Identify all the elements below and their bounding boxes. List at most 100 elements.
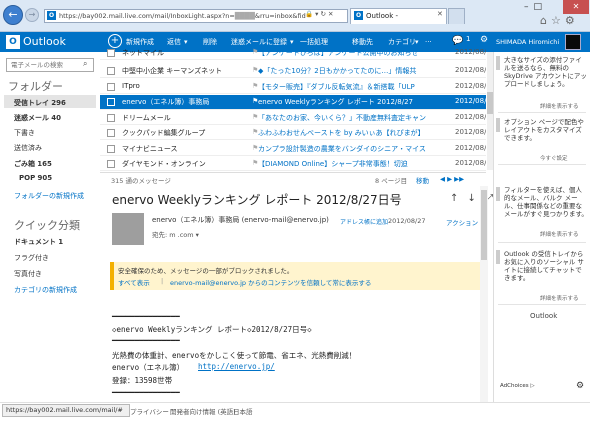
search-input[interactable]: 電子メールの検索 bbox=[6, 58, 94, 72]
ad-more-link[interactable]: 詳細を表示する bbox=[540, 102, 579, 110]
reading-subject: enervo Weeklyランキング レポート 2012/8/27日号 bbox=[112, 193, 402, 207]
table-row[interactable]: ダイヤモンド・オンライン ⚑ 【DIAMOND Online】シャープ非常事態！切迫… bbox=[100, 157, 486, 171]
address-bar[interactable]: https://bay002.mail.live.com/mail/InboxL… bbox=[44, 9, 348, 23]
ad-text[interactable]: 大きなサイズの添付ファイルを送るなら、無料の SkyDrive アカウントにアッ… bbox=[504, 56, 588, 88]
folder-drafts[interactable]: 下書き bbox=[14, 128, 35, 138]
ad-outlook-label: Outlook bbox=[530, 312, 558, 320]
row-checkbox[interactable] bbox=[107, 129, 115, 137]
table-row-selected[interactable]: enervo（エネル簿）事務局 ⚑ enervo Weeklyランキング レポート … bbox=[100, 95, 486, 110]
outlook-logo[interactable]: Outlook bbox=[23, 35, 66, 49]
body-line: ━━━━━━━━━━━━━━━ bbox=[112, 388, 180, 397]
address-url-tail: &rru=inbox&fid bbox=[254, 12, 306, 20]
site-icon: O bbox=[47, 11, 56, 20]
row-checkbox[interactable] bbox=[107, 49, 115, 57]
back-button[interactable]: ← bbox=[3, 5, 23, 25]
quick-documents[interactable]: ドキュメント 1 bbox=[14, 237, 63, 247]
maximize-button[interactable]: □ bbox=[534, 2, 548, 12]
folder-sent[interactable]: 送信済み bbox=[14, 143, 42, 153]
chat-icon[interactable]: 💬 bbox=[452, 36, 463, 46]
table-row[interactable]: マイナビニュース ⚑ カンプラ設計製造の農業をバンダイのシニア・マイス 2012/08… bbox=[100, 142, 486, 156]
list-footer: 315 通のメッセージ 8 ページ目 移動 ◀ ▶ ▶▶ bbox=[100, 172, 486, 185]
message-date: 2012/08/27 bbox=[388, 217, 426, 225]
ad-marker bbox=[496, 56, 500, 70]
folders-heading[interactable]: フォルダー bbox=[8, 78, 63, 94]
table-row[interactable]: 中堅中小企業 キーマンズネット ⚑ ◆「たった10分？2日もかかってたのに…」情報共… bbox=[100, 64, 486, 78]
browser-tab-outlook[interactable]: Outlook - bbox=[350, 8, 447, 24]
ad-more-link[interactable]: 詳細を表示する bbox=[540, 230, 579, 238]
window-close-button[interactable]: ✕ bbox=[563, 0, 589, 14]
trust-sender-link[interactable]: enervo-mail@enervo.jp からのコンテンツを信頼して常に表示す… bbox=[170, 277, 371, 287]
forward-button[interactable]: → bbox=[25, 8, 39, 22]
tab-close-icon[interactable]: ✕ bbox=[437, 10, 443, 18]
row-checkbox[interactable] bbox=[107, 145, 115, 153]
window-controls[interactable]: –□ bbox=[524, 2, 547, 12]
table-row[interactable]: ネットマイル ⚑ 【アンケートひろば】アンケート公開中のお知らせ 2012/08/ bbox=[100, 46, 486, 60]
folder-junk[interactable]: 迷惑メール 40 bbox=[14, 113, 61, 123]
body-line: ◇enervo Weeklyランキング レポート◇2012/8/27日号◇ bbox=[112, 325, 312, 334]
body-line: ━━━━━━━━━━━━━━━ bbox=[112, 312, 180, 321]
ad-text[interactable]: Outlook の受信トレイからお気に入りのソーシャル サイトに接続してチャット… bbox=[504, 250, 588, 282]
ad-text[interactable]: オプション ページで配色やレイアウトをカスタマイズできます。 bbox=[504, 118, 588, 142]
tab-outlook-icon: O bbox=[354, 11, 363, 20]
outlook-logo-icon[interactable]: O bbox=[6, 35, 20, 49]
show-all-link[interactable]: すべて表示 bbox=[118, 277, 150, 287]
gear-icon[interactable]: ⚙ bbox=[576, 381, 584, 391]
search-icon[interactable]: ⌕ bbox=[83, 59, 87, 69]
ad-marker bbox=[496, 187, 500, 201]
ad-divider bbox=[498, 304, 586, 305]
quick-photos[interactable]: 写真付き bbox=[14, 269, 42, 279]
move-link[interactable]: 移動 bbox=[416, 175, 429, 185]
gear-icon[interactable]: ⚙ bbox=[480, 35, 488, 45]
quick-views-heading[interactable]: クイック分類 bbox=[14, 217, 80, 233]
row-checkbox[interactable] bbox=[107, 98, 115, 106]
page-nav-icon[interactable]: ◀ ▶ ▶▶ bbox=[440, 175, 464, 183]
ad-more-link[interactable]: 今すぐ設定 bbox=[540, 154, 568, 162]
folder-pop[interactable]: POP 905 bbox=[19, 174, 52, 182]
actions-menu[interactable]: アクション ▾ bbox=[446, 217, 484, 227]
favorites-icon[interactable]: ☆ bbox=[551, 14, 565, 27]
new-folder-link[interactable]: フォルダーの新規作成 bbox=[14, 191, 84, 201]
body-link[interactable]: http://enervo.jp/ bbox=[198, 362, 275, 371]
body-line: ━━━━━━━━━━━━━━━ bbox=[112, 336, 180, 345]
add-contact-link[interactable]: アドレス帳に追加 bbox=[340, 217, 388, 226]
adchoices-link[interactable]: AdChoices ▷ bbox=[500, 383, 535, 389]
new-tab-button[interactable] bbox=[448, 8, 465, 24]
warning-separator: | bbox=[161, 277, 164, 285]
table-row[interactable]: ドリームメール ⚑ 「あなたのお家、今いくら？」不動産無料査定キャン 2012/08/ bbox=[100, 111, 486, 125]
user-name[interactable]: SHIMADA Hiromichi bbox=[496, 32, 559, 52]
ad-divider bbox=[498, 164, 586, 165]
footer-developers-link[interactable]: 開発者向け情報 (英語) bbox=[170, 406, 236, 416]
row-checkbox[interactable] bbox=[107, 67, 115, 75]
folder-deleted[interactable]: ごみ箱 165 bbox=[14, 159, 52, 169]
ad-more-link[interactable]: 詳細を表示する bbox=[540, 294, 579, 302]
reading-nav-icon[interactable]: ↑ ↓ ⤢ bbox=[450, 193, 496, 204]
ad-divider bbox=[498, 112, 586, 113]
message-count: 315 通のメッセージ bbox=[111, 177, 171, 185]
sender-name[interactable]: enervo（エネル簿）事務局 (enervo-mail@enervo.jp) bbox=[152, 215, 329, 225]
tools-icon[interactable]: ⚙ bbox=[565, 14, 579, 27]
footer-privacy-link[interactable]: プライバシー bbox=[130, 406, 169, 416]
row-checkbox[interactable] bbox=[107, 160, 115, 168]
sender-avatar bbox=[112, 213, 144, 245]
new-category-link[interactable]: カテゴリの新規作成 bbox=[14, 285, 77, 295]
quick-flagged[interactable]: フラグ付き bbox=[14, 253, 49, 263]
row-checkbox[interactable] bbox=[107, 114, 115, 122]
table-row[interactable]: ITpro ⚑ 【モター販売】『ダブル反転気流』＆新搭載「ULP 2012/08/ bbox=[100, 80, 486, 94]
address-controls-icon[interactable]: 🔒 ▾ ↻ ✕ bbox=[305, 10, 333, 18]
status-url: https://bay002.mail.live.com/mail/# bbox=[2, 404, 130, 417]
row-checkbox[interactable] bbox=[107, 83, 115, 91]
footer-language-link[interactable]: 日本語 bbox=[233, 406, 253, 416]
recipient-line[interactable]: 宛先: m .com ▾ bbox=[152, 229, 199, 239]
home-icon[interactable]: ⌂ bbox=[540, 14, 551, 27]
reading-scrollbar-thumb[interactable] bbox=[481, 190, 487, 260]
browser-toolbar-icons[interactable]: ⌂☆⚙ bbox=[540, 14, 579, 27]
search-placeholder: 電子メールの検索 bbox=[11, 61, 63, 69]
ad-divider bbox=[498, 242, 586, 243]
folder-inbox[interactable]: 受信トレイ 296 bbox=[14, 98, 66, 108]
minimize-button[interactable]: – bbox=[524, 2, 534, 12]
page-number: 8 ページ目 bbox=[375, 177, 408, 185]
avatar[interactable] bbox=[565, 34, 581, 50]
table-row[interactable]: クックパッド編集グループ ⚑ ふわふわおせんべーストを by みいぃあ【れぴまが】 2… bbox=[100, 126, 486, 140]
ad-text[interactable]: フィルターを使えば、個人的なメール、バルク メール、仕事関係などの重要なメールが… bbox=[504, 186, 588, 218]
body-line: 登録：13598世帯 bbox=[112, 376, 173, 385]
